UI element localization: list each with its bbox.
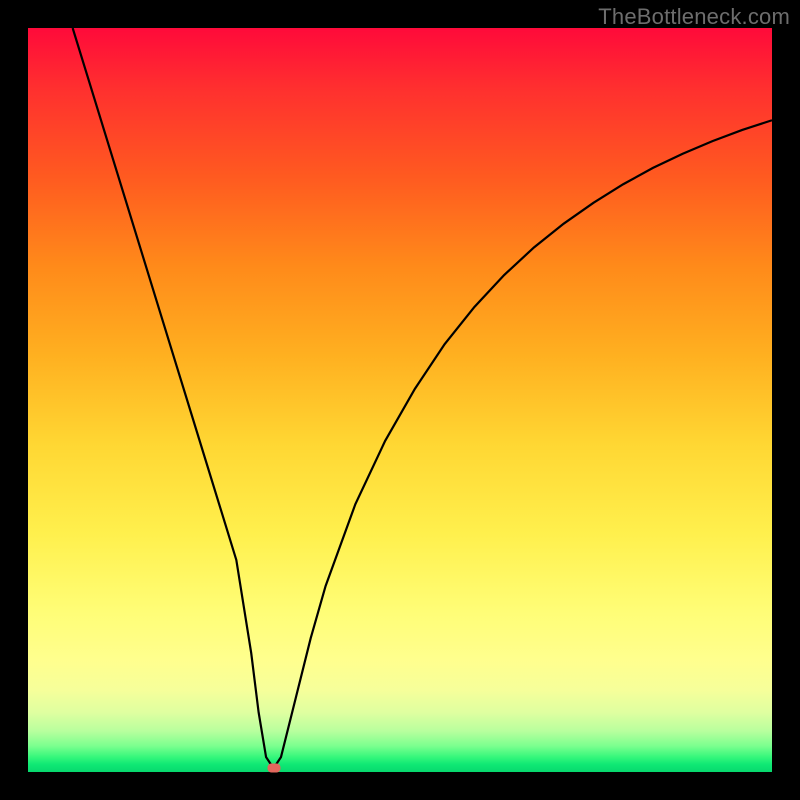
minimum-marker [267, 764, 280, 773]
bottleneck-curve-path [73, 28, 772, 768]
bottleneck-curve-svg [28, 28, 772, 772]
watermark-text: TheBottleneck.com [598, 4, 790, 30]
chart-frame: TheBottleneck.com [0, 0, 800, 800]
